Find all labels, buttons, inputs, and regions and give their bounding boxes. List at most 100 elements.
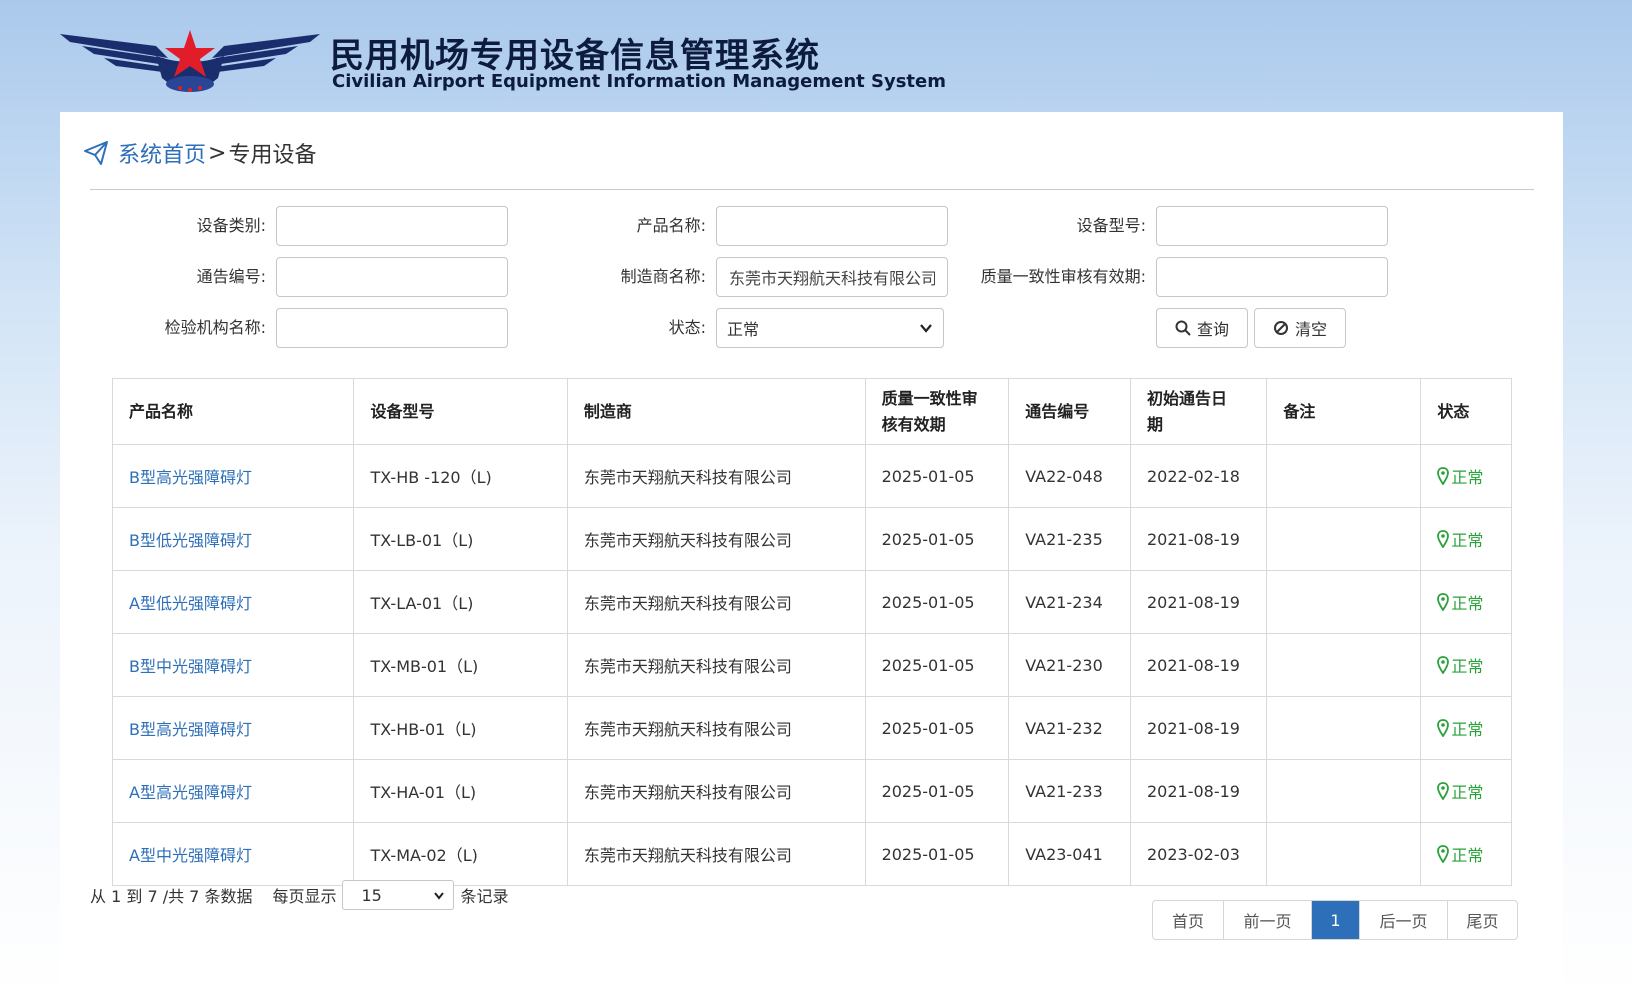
status-cell: 正常 — [1420, 759, 1512, 823]
system-subtitle: Civilian Airport Equipment Information M… — [332, 71, 946, 92]
model-cell: TX-LA-01（L) — [353, 570, 568, 634]
status-cell: 正常 — [1420, 633, 1512, 697]
col-header-status: 状态 — [1420, 378, 1512, 445]
validity-cell: 2025-01-05 — [864, 633, 1010, 697]
manufacturer-name-input[interactable] — [716, 257, 948, 297]
inspection-org-input[interactable] — [276, 308, 508, 348]
model-cell: TX-LB-01（L) — [353, 507, 568, 571]
product-link[interactable]: B型低光强障碍灯 — [111, 507, 355, 571]
initial-date-cell: 2021-08-19 — [1129, 570, 1268, 634]
manufacturer-cell: 东莞市天翔航天科技有限公司 — [566, 822, 866, 886]
status-text: 正常 — [1451, 656, 1484, 676]
col-header-remark: 备注 — [1266, 378, 1422, 445]
product-link[interactable]: A型中光强障碍灯 — [111, 822, 355, 886]
equipment-category-input[interactable] — [276, 206, 508, 246]
notice-cell: VA21-232 — [1008, 696, 1131, 760]
product-link[interactable]: B型高光强障碍灯 — [111, 696, 355, 760]
chevron-down-icon — [434, 892, 445, 900]
table-row: B型低光强障碍灯 TX-LB-01（L) 东莞市天翔航天科技有限公司 2025-… — [111, 507, 1512, 571]
status-text: 正常 — [1451, 467, 1484, 487]
next-page-button[interactable]: 后一页 — [1359, 901, 1447, 939]
system-title: 民用机场专用设备信息管理系统 — [330, 36, 820, 76]
airport-wings-logo — [60, 30, 320, 92]
query-button-label: 查询 — [1196, 320, 1229, 339]
model-cell: TX-HB -120（L) — [353, 444, 568, 508]
map-pin-icon — [1437, 592, 1450, 611]
records-label: 条记录 — [460, 887, 509, 906]
col-header-initial-date-line1: 初始通告日 — [1146, 388, 1227, 408]
query-button[interactable]: 查询 — [1156, 308, 1248, 348]
ban-icon — [1273, 321, 1288, 335]
validity-cell: 2025-01-05 — [864, 570, 1010, 634]
per-page-select[interactable]: 15 — [342, 880, 455, 910]
col-header-product: 产品名称 — [111, 378, 355, 445]
remark-cell — [1266, 570, 1422, 634]
col-header-validity-line2: 核有效期 — [881, 414, 946, 434]
manufacturer-cell: 东莞市天翔航天科技有限公司 — [566, 507, 866, 571]
manufacturer-cell: 东莞市天翔航天科技有限公司 — [566, 696, 866, 760]
status-text: 正常 — [1451, 845, 1484, 865]
notice-cell: VA21-230 — [1008, 633, 1131, 697]
status-cell: 正常 — [1420, 444, 1512, 508]
col-header-model: 设备型号 — [353, 378, 568, 445]
table-header-row: 产品名称 设备型号 制造商 质量一致性审 核有效期 通告编号 初始通告日期 备注 … — [111, 378, 1512, 445]
quality-validity-label: 质量一致性审核有效期: — [980, 267, 1146, 286]
status-select-value: 正常 — [727, 320, 760, 339]
status-text: 正常 — [1451, 719, 1484, 739]
header: 民用机场专用设备信息管理系统 Civilian Airport Equipmen… — [60, 26, 960, 110]
clear-button-label: 清空 — [1294, 320, 1327, 339]
paper-plane-icon — [84, 141, 108, 165]
remark-cell — [1266, 696, 1422, 760]
breadcrumb: 系统首页 > 专用设备 — [82, 136, 316, 170]
notice-number-input[interactable] — [276, 257, 508, 297]
search-icon — [1175, 320, 1191, 336]
product-link[interactable]: B型中光强障碍灯 — [111, 633, 355, 697]
map-pin-icon — [1437, 844, 1450, 863]
notice-cell: VA21-234 — [1008, 570, 1131, 634]
col-header-validity: 质量一致性审 核有效期 — [864, 378, 1010, 445]
record-count-text: 从 1 到 7 /共 7 条数据 — [90, 887, 253, 906]
equipment-model-input[interactable] — [1156, 206, 1388, 246]
map-pin-icon — [1437, 529, 1450, 548]
manufacturer-cell: 东莞市天翔航天科技有限公司 — [566, 759, 866, 823]
first-page-button[interactable]: 首页 — [1153, 901, 1223, 939]
breadcrumb-home-link[interactable]: 系统首页 — [118, 137, 206, 169]
current-page-button[interactable]: 1 — [1311, 901, 1359, 939]
prev-page-button[interactable]: 前一页 — [1223, 901, 1311, 939]
status-cell: 正常 — [1420, 507, 1512, 571]
breadcrumb-separator: > — [208, 140, 227, 166]
status-select[interactable]: 正常 — [716, 308, 944, 348]
initial-date-cell: 2021-08-19 — [1129, 696, 1268, 760]
manufacturer-name-label: 制造商名称: — [620, 267, 706, 286]
breadcrumb-current: 专用设备 — [228, 143, 317, 168]
manufacturer-cell: 东莞市天翔航天科技有限公司 — [566, 444, 866, 508]
product-link[interactable]: B型高光强障碍灯 — [111, 444, 355, 508]
product-link[interactable]: A型低光强障碍灯 — [111, 570, 355, 634]
clear-button[interactable]: 清空 — [1254, 308, 1346, 348]
table-row: B型高光强障碍灯 TX-HB -120（L) 东莞市天翔航天科技有限公司 202… — [111, 444, 1512, 508]
notice-cell: VA23-041 — [1008, 822, 1131, 886]
pagination-info: 从 1 到 7 /共 7 条数据 每页显示 15 条记录 — [90, 880, 508, 910]
product-link[interactable]: A型高光强障碍灯 — [111, 759, 355, 823]
status-cell: 正常 — [1420, 570, 1512, 634]
status-text: 正常 — [1451, 782, 1484, 802]
breadcrumb-divider — [90, 189, 1534, 190]
table-row: B型高光强障碍灯 TX-HB-01（L) 东莞市天翔航天科技有限公司 2025-… — [111, 696, 1512, 760]
per-page-label: 每页显示 — [272, 887, 337, 906]
product-name-label: 产品名称: — [636, 216, 706, 235]
last-page-button[interactable]: 尾页 — [1447, 901, 1517, 939]
notice-cell: VA21-235 — [1008, 507, 1131, 571]
product-name-input[interactable] — [716, 206, 948, 246]
remark-cell — [1266, 633, 1422, 697]
equipment-category-label: 设备类别: — [196, 216, 266, 235]
table-row: A型中光强障碍灯 TX-MA-02（L) 东莞市天翔航天科技有限公司 2025-… — [111, 822, 1512, 886]
status-label: 状态: — [668, 318, 706, 337]
notice-cell: VA21-233 — [1008, 759, 1131, 823]
per-page-value: 15 — [361, 885, 382, 905]
remark-cell — [1266, 507, 1422, 571]
initial-date-cell: 2022-02-18 — [1129, 444, 1268, 508]
quality-validity-input[interactable] — [1156, 257, 1388, 297]
chevron-down-icon — [920, 324, 932, 333]
status-text: 正常 — [1451, 530, 1484, 550]
col-header-initial-date: 初始通告日期 — [1129, 378, 1268, 445]
